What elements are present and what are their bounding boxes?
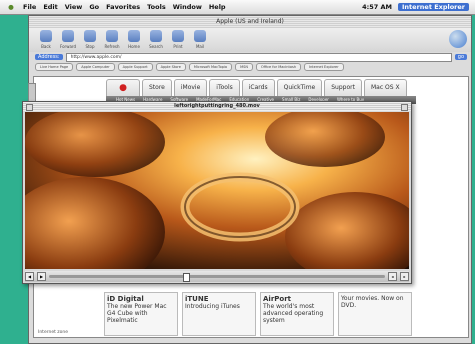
refresh-button[interactable]: Refresh [103, 30, 121, 52]
print-icon [172, 30, 184, 42]
step-forward-icon[interactable]: ▸ [400, 272, 409, 281]
menu-favorites[interactable]: Favorites [106, 3, 140, 11]
favorites-bar: Live Home Page Apple Computer Apple Supp… [29, 62, 471, 71]
favorite-link[interactable]: MSN [235, 62, 253, 71]
close-box-icon[interactable] [26, 104, 33, 111]
menu-tools[interactable]: Tools [147, 3, 166, 11]
home-button[interactable]: Home [125, 30, 143, 52]
mail-button[interactable]: Mail [191, 30, 209, 52]
menu-window[interactable]: Window [173, 3, 202, 11]
menu-clock: 4:57 AM [362, 3, 393, 11]
globe-icon [449, 30, 467, 48]
window-title: Apple (US and Ireland) [216, 18, 284, 25]
tab-store[interactable]: Store [142, 79, 172, 96]
forward-button[interactable]: Forward [59, 30, 77, 52]
promo-card[interactable]: iTUNE Introducing iTunes [182, 292, 256, 336]
favorite-link[interactable]: Microsoft MacTopia [188, 62, 233, 71]
promo-row: iD Digital The new Power Mac G4 Cube with… [104, 292, 412, 336]
site-nav-tabs: ● Store iMovie iTools iCards QuickTime S… [106, 79, 407, 96]
menu-file[interactable]: File [23, 3, 36, 11]
menu-go[interactable]: Go [89, 3, 99, 11]
favorite-link[interactable]: Apple Store [155, 62, 186, 71]
step-back-icon[interactable]: ◂ [388, 272, 397, 281]
go-button[interactable]: go [454, 54, 467, 60]
favorite-link[interactable]: Office for Macintosh [255, 62, 302, 71]
back-icon [40, 30, 52, 42]
window-titlebar[interactable]: Apple (US and Ireland) [29, 16, 471, 28]
favorite-link[interactable]: Apple Computer [76, 62, 115, 71]
tab-icards[interactable]: iCards [241, 79, 275, 96]
forward-icon [62, 30, 74, 42]
favorite-link[interactable]: Apple Support [117, 62, 153, 71]
playback-slider[interactable] [49, 273, 385, 282]
menu-edit[interactable]: Edit [43, 3, 57, 11]
application-menu[interactable]: Internet Explorer [398, 3, 469, 11]
playhead-knob[interactable] [183, 273, 191, 282]
tab-quicktime[interactable]: QuickTime [276, 79, 323, 96]
menu-view[interactable]: View [65, 3, 83, 11]
menu-help[interactable]: Help [209, 3, 226, 11]
play-icon[interactable]: ▶ [37, 272, 46, 281]
volume-icon[interactable]: ◀ [25, 272, 34, 281]
home-icon [128, 30, 140, 42]
apple-menu-icon[interactable]: ● [6, 3, 16, 11]
movie-player-window: leftorightputtingring_480.mov ◀ ▶ ◂ ▸ [22, 101, 412, 284]
stop-icon [84, 30, 96, 42]
menu-bar: ● File Edit View Go Favorites Tools Wind… [0, 0, 475, 15]
tab-imovie[interactable]: iMovie [173, 79, 208, 96]
movie-frame-image [25, 112, 409, 269]
apple-logo-tab[interactable]: ● [106, 79, 140, 96]
search-icon [150, 30, 162, 42]
movie-title: leftorightputtingring_480.mov [174, 103, 260, 109]
mail-icon [194, 30, 206, 42]
stop-button[interactable]: Stop [81, 30, 99, 52]
print-button[interactable]: Print [169, 30, 187, 52]
tab-itools[interactable]: iTools [209, 79, 240, 96]
address-label: Address: [35, 54, 63, 60]
refresh-icon [106, 30, 118, 42]
promo-card[interactable]: AirPort The world's most advanced operati… [260, 292, 334, 336]
movie-frame[interactable] [25, 112, 409, 269]
favorite-link[interactable]: Live Home Page [35, 62, 74, 71]
status-bar: Internet zone [38, 330, 69, 335]
tab-macosx[interactable]: Mac OS X [363, 79, 407, 96]
search-button[interactable]: Search [147, 30, 165, 52]
zoom-box-icon[interactable] [401, 104, 408, 111]
address-bar: Address: http://www.apple.com/ go [29, 52, 471, 62]
promo-card[interactable]: iD Digital The new Power Mac G4 Cube with… [104, 292, 178, 336]
back-button[interactable]: Back [37, 30, 55, 52]
movie-titlebar[interactable]: leftorightputtingring_480.mov [23, 102, 411, 111]
address-input[interactable]: http://www.apple.com/ [65, 52, 452, 62]
favorite-link[interactable]: Internet Explorer [304, 62, 344, 71]
browser-toolbar: Back Forward Stop Refresh Home Search Pr… [29, 28, 471, 52]
tab-support[interactable]: Support [324, 79, 362, 96]
promo-card[interactable]: Your movies. Now on DVD. [338, 292, 412, 336]
movie-controls: ◀ ▶ ◂ ▸ [25, 271, 409, 282]
